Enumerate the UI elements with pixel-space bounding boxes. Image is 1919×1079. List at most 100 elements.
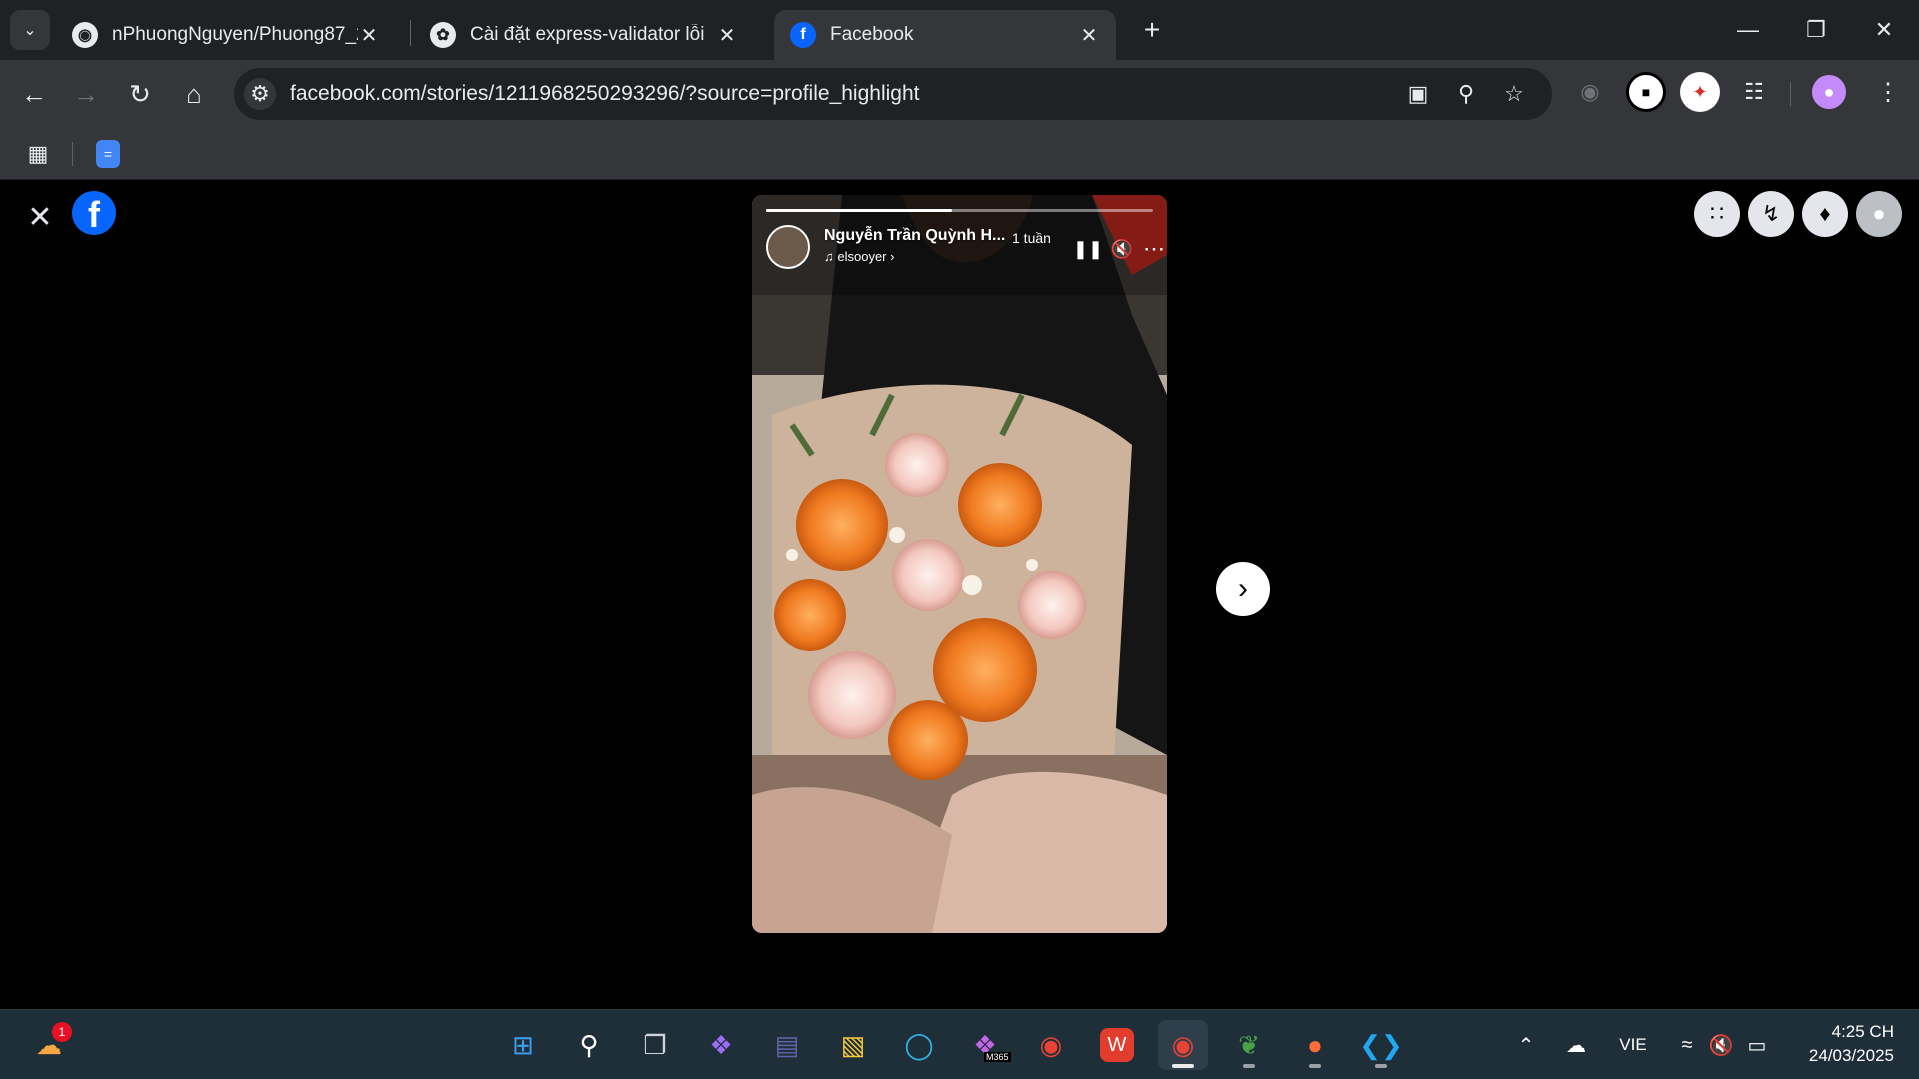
story-time-ago: 1 tuần xyxy=(1012,230,1051,246)
story-card[interactable]: Nguyễn Trần Quỳnh H... 1 tuần ♫ elsooyer… xyxy=(752,195,1167,933)
search-icon: ⚲ xyxy=(579,1029,599,1060)
close-window-button[interactable]: ✕ xyxy=(1856,12,1912,48)
chevron-right-icon: › xyxy=(890,249,895,264)
copilot-button[interactable]: ❖ xyxy=(696,1020,746,1070)
wifi-tray[interactable]: ≈ xyxy=(1672,1030,1702,1060)
facebook-logo[interactable]: f xyxy=(72,191,116,235)
tab-chatgpt[interactable]: ✿ Cài đặt express-validator lỗi ✕ xyxy=(414,10,754,60)
extension-dark-icon[interactable]: ■ xyxy=(1626,72,1666,112)
muted-speaker-icon: 🔇 xyxy=(1110,238,1134,259)
extensions-puzzle-icon[interactable]: ☷ xyxy=(1734,72,1774,112)
vscode-icon: ❮❯ xyxy=(1359,1029,1403,1060)
system-clock[interactable]: 4:25 CH 24/03/2025 xyxy=(1782,1020,1894,1068)
music-note-icon: ♫ xyxy=(824,249,834,264)
reload-button[interactable]: ↻ xyxy=(118,72,162,116)
close-tab-icon[interactable]: ✕ xyxy=(1078,23,1100,48)
new-tab-button[interactable]: + xyxy=(1124,12,1180,48)
mongodb-compass-button[interactable]: ❦ xyxy=(1224,1020,1274,1070)
plus-icon: + xyxy=(1143,14,1161,45)
teams-icon: ▤ xyxy=(774,1029,800,1060)
profile-avatar-icon[interactable]: ● xyxy=(1812,75,1846,109)
extension-color-icon[interactable]: ✦ xyxy=(1680,72,1720,112)
story-music[interactable]: ♫ elsooyer › xyxy=(824,249,894,264)
onedrive-tray[interactable]: ☁ xyxy=(1558,1030,1594,1060)
chrome-active-button[interactable]: ◉ xyxy=(1158,1020,1208,1070)
arrow-left-icon: ← xyxy=(21,78,47,109)
close-stories-button[interactable]: ✕ xyxy=(22,199,58,235)
windows-taskbar: ☁ 1 ⊞ ⚲ ❐ ❖ ▤ ▧ ◯ ❖ M365 ◉ W ◉ ❦ ● ❮❯ ⌃ … xyxy=(0,1009,1919,1079)
language-indicator[interactable]: VIE xyxy=(1610,1030,1656,1060)
site-info-icon[interactable]: ⚙ xyxy=(244,78,276,110)
menu-grid-button[interactable]: ∷ xyxy=(1694,191,1740,237)
pause-icon: ❚❚ xyxy=(1072,238,1104,259)
teams-button[interactable]: ▤ xyxy=(762,1020,812,1070)
vscode-button[interactable]: ❮❯ xyxy=(1356,1020,1406,1070)
browser-toolbar: ← → ↻ ⌂ ⚙ facebook.com/stories/121196825… xyxy=(0,60,1919,128)
story-music-label: elsooyer xyxy=(837,249,887,264)
apps-grid-icon[interactable]: ▦ xyxy=(22,138,54,170)
more-menu-icon[interactable]: ⋮ xyxy=(1868,72,1908,112)
show-hidden-icons-button[interactable]: ⌃ xyxy=(1510,1030,1542,1060)
zoom-icon[interactable]: ⚲ xyxy=(1450,78,1482,110)
github-icon: ◉ xyxy=(72,22,98,48)
pause-button[interactable]: ❚❚ xyxy=(1072,235,1104,263)
forward-button[interactable]: → xyxy=(64,72,108,116)
bookmark-divider xyxy=(72,142,73,166)
close-tab-icon[interactable]: ✕ xyxy=(358,23,380,48)
weather-widget[interactable]: ☁ 1 xyxy=(24,1020,74,1070)
story-progress-bar xyxy=(766,209,1153,212)
wps-office-button[interactable]: W xyxy=(1100,1028,1134,1062)
active-app-indicator xyxy=(1172,1064,1194,1068)
facebook-stories-page: ✕ f ∷ ↯ ♦ ● Nguyễn Trần Quỳnh H... 1 tuầ… xyxy=(0,181,1919,1009)
tab-github[interactable]: ◉ nPhuongNguyen/Phuong87_24 ✕ xyxy=(56,10,396,60)
messenger-button[interactable]: ↯ xyxy=(1748,191,1794,237)
running-app-indicator xyxy=(1243,1064,1255,1068)
chrome-button[interactable]: ◉ xyxy=(1026,1020,1076,1070)
install-app-icon[interactable]: ▣ xyxy=(1402,78,1434,110)
muted-speaker-icon: 🔇 xyxy=(1708,1034,1734,1057)
notifications-button[interactable]: ♦ xyxy=(1802,191,1848,237)
menu-grid-icon: ∷ xyxy=(1710,201,1724,226)
back-button[interactable]: ← xyxy=(12,72,56,116)
volume-tray[interactable]: 🔇 xyxy=(1706,1030,1736,1060)
tab-label: nPhuongNguyen/Phuong87_24 xyxy=(112,24,358,45)
address-bar[interactable]: ⚙ facebook.com/stories/1211968250293296/… xyxy=(234,68,1552,120)
more-dots-icon: ⋯ xyxy=(1143,236,1165,261)
bookmark-star-icon[interactable]: ☆ xyxy=(1498,78,1530,110)
tab-search-button[interactable]: ⌄ xyxy=(10,10,50,50)
home-button[interactable]: ⌂ xyxy=(172,72,216,116)
battery-tray[interactable]: ▭ xyxy=(1742,1030,1772,1060)
mute-button[interactable]: 🔇 xyxy=(1108,235,1136,263)
minimize-icon: — xyxy=(1737,17,1759,42)
home-icon: ⌂ xyxy=(186,78,202,109)
account-button[interactable]: ● xyxy=(1856,191,1902,237)
m365-button[interactable]: ❖ M365 xyxy=(960,1020,1011,1070)
file-explorer-button[interactable]: ▧ xyxy=(828,1020,878,1070)
task-view-button[interactable]: ❐ xyxy=(630,1020,680,1070)
bookmarks-bar: ▦ = xyxy=(0,128,1919,180)
facebook-icon: f xyxy=(790,22,816,48)
chevron-down-icon: ⌄ xyxy=(23,22,37,39)
battery-icon: ▭ xyxy=(1747,1034,1767,1057)
messenger-icon: ↯ xyxy=(1761,201,1781,226)
reload-icon: ↻ xyxy=(129,78,151,109)
close-tab-icon[interactable]: ✕ xyxy=(716,23,738,48)
story-more-button[interactable]: ⋯ xyxy=(1140,235,1167,263)
toolbar-divider xyxy=(1790,82,1791,106)
next-story-button[interactable]: › xyxy=(1216,562,1270,616)
story-progress-fill xyxy=(766,209,952,212)
restore-button[interactable]: ❐ xyxy=(1788,12,1844,48)
postman-button[interactable]: ● xyxy=(1290,1020,1340,1070)
start-button[interactable]: ⊞ xyxy=(498,1020,548,1070)
extension-robot-icon[interactable]: ◉ xyxy=(1570,72,1610,112)
google-docs-bookmark-icon[interactable]: = xyxy=(96,140,120,168)
tab-facebook[interactable]: f Facebook ✕ xyxy=(774,10,1116,60)
story-author-name[interactable]: Nguyễn Trần Quỳnh H... xyxy=(824,227,1005,245)
edge-button[interactable]: ◯ xyxy=(894,1020,944,1070)
running-app-indicator xyxy=(1375,1064,1387,1068)
search-button[interactable]: ⚲ xyxy=(564,1020,614,1070)
url-text[interactable]: facebook.com/stories/1211968250293296/?s… xyxy=(290,82,919,106)
chrome-icon: ◉ xyxy=(1171,1029,1195,1060)
story-author-avatar[interactable] xyxy=(766,225,810,269)
minimize-button[interactable]: — xyxy=(1720,12,1776,48)
